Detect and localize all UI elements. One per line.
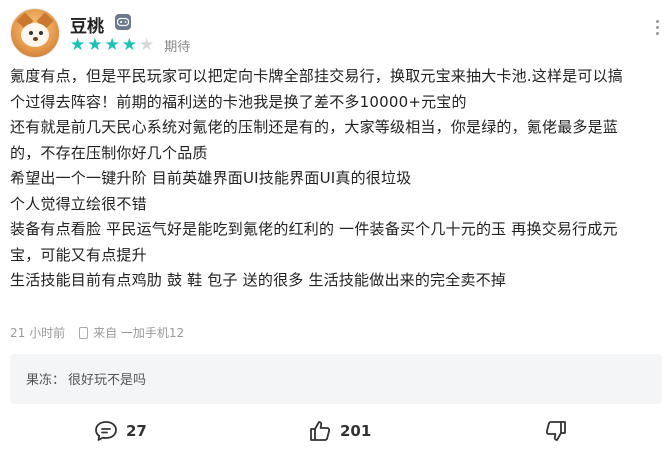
review-line: 个人觉得立绘很不错: [10, 194, 147, 213]
dislike-button[interactable]: [544, 420, 576, 442]
star-icon: ★: [104, 34, 120, 55]
review-line: 个过得去阵容！前期的福利送的卡池我是换了差不多10000+元宝的: [10, 92, 467, 111]
review-content: 氪度有点，但是平民玩家可以把定向卡牌全部挂交易行，换取元宝来抽大卡池.这样是可以…: [10, 64, 660, 294]
rating-label: 期待: [164, 39, 191, 55]
star-icon: ★: [121, 34, 137, 55]
avatar-nose: [33, 37, 38, 41]
username[interactable]: 豆桃: [70, 12, 104, 37]
user-avatar[interactable]: [10, 8, 60, 58]
reply-preview[interactable]: 果冻： 很好玩不是吗: [10, 354, 662, 404]
review-line: 宝，可能又有点提升: [10, 245, 147, 264]
comment-count: 27: [126, 422, 147, 440]
review-meta: 21 小时前 来自 一加手机12: [10, 324, 184, 341]
thumbs-up-icon: [310, 421, 331, 441]
star-icon: ★: [139, 34, 155, 55]
review-line: 还有就是前几天民心系统对氪佬的压制还是有的，大家等级相当，你是绿的，氪佬最多是蓝: [10, 118, 619, 136]
review-line: 装备有点看脸 平民运气好是能吃到氪佬的红利的 一件装备买个几十元的玉 再换交易行…: [10, 220, 618, 238]
star-icon: ★: [87, 34, 103, 55]
device-label: 来自 一加手机12: [93, 326, 185, 340]
comment-button[interactable]: 27: [94, 420, 147, 442]
gamepad-badge-icon: [115, 14, 131, 30]
like-button[interactable]: 201: [308, 420, 371, 442]
review-line: 生活技能目前有点鸡肋 鼓 鞋 包子 送的很多 生活技能做出来的完全卖不掉: [10, 271, 507, 289]
review-line: 希望出一个一键升阶 目前英雄界面UI技能界面UI真的很垃圾: [10, 169, 412, 187]
post-time: 21 小时前: [10, 326, 66, 340]
star-rating: ★ ★ ★ ★ ★ 期待: [70, 34, 191, 55]
avatar-eye-right: [39, 31, 43, 35]
star-icon: ★: [70, 34, 86, 55]
reply-author[interactable]: 果冻：: [26, 369, 65, 388]
reply-text: 很好玩不是吗: [68, 373, 147, 388]
thumbs-down-icon: [545, 421, 566, 441]
like-count: 201: [340, 422, 372, 440]
action-bar: 27 201: [0, 420, 671, 450]
phone-icon: [79, 326, 89, 339]
comment-icon: [95, 421, 117, 441]
avatar-face: [21, 23, 49, 47]
review-header: 豆桃 ★ ★ ★ ★ ★ 期待: [10, 8, 660, 58]
review-line: 的，不存在压制你好几个品质: [10, 143, 208, 162]
avatar-eye-left: [29, 31, 33, 35]
more-options-icon[interactable]: [656, 20, 660, 38]
review-line: 氪度有点，但是平民玩家可以把定向卡牌全部挂交易行，换取元宝来抽大卡池.这样是可以…: [10, 67, 623, 85]
